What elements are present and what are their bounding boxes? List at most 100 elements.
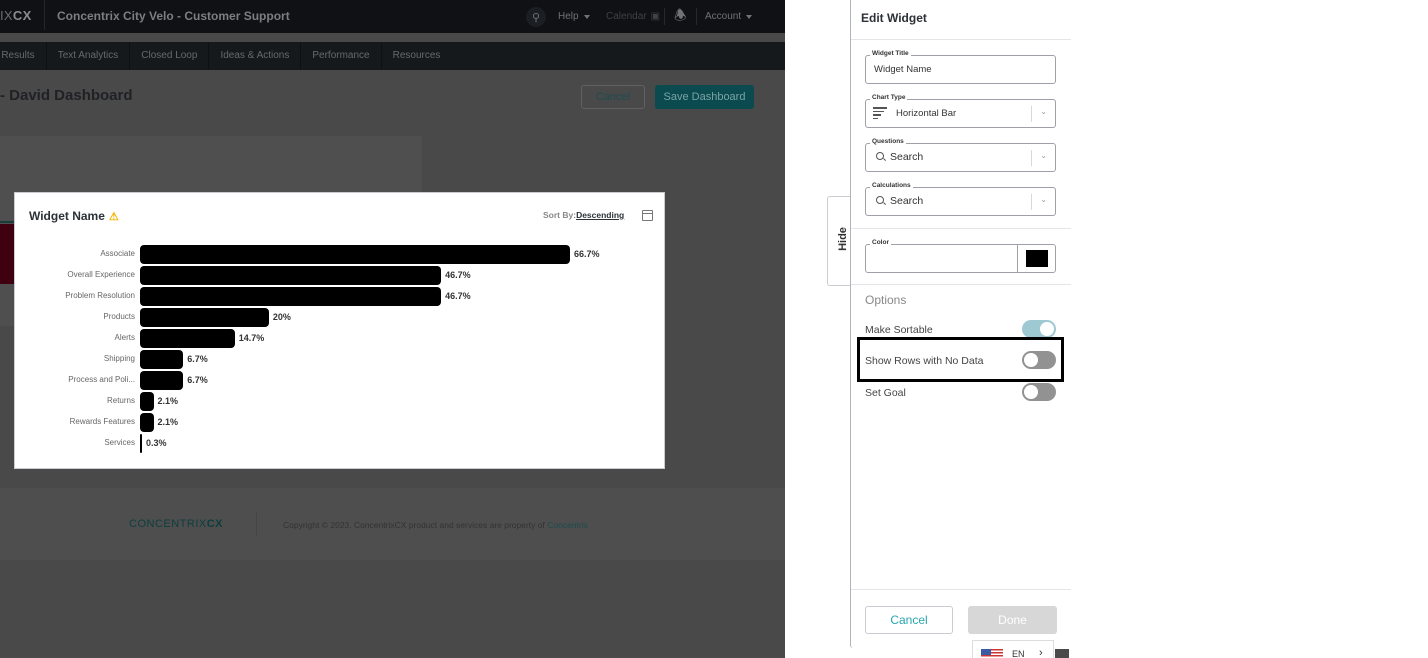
- chart-type-value: Horizontal Bar: [896, 108, 957, 119]
- nav-text-analytics[interactable]: Text Analytics: [47, 42, 131, 70]
- bar-label: Returns: [106, 396, 135, 405]
- horizontal-bar-chart: Associate 66.7% Overall Experience 46.7% Pro…: [15, 241, 666, 461]
- bar-label: Process and Poli...: [68, 375, 135, 384]
- widget-title-legend: Widget Title: [870, 50, 911, 57]
- date-picker-icon[interactable]: [642, 210, 653, 221]
- header-logo[interactable]: IXCX: [0, 8, 32, 23]
- select-divider: [1031, 106, 1032, 122]
- bar[interactable]: [140, 287, 442, 306]
- panel-title: Edit Widget: [861, 11, 927, 25]
- chevron-down-icon: ⌄: [1040, 195, 1047, 204]
- us-flag-icon: [981, 649, 1003, 658]
- widget-title: Widget Name ⚠: [29, 209, 119, 223]
- select-divider: [1031, 194, 1032, 210]
- bar-value-label: 2.1%: [157, 396, 179, 406]
- language-selector[interactable]: EN ›: [972, 640, 1054, 658]
- options-heading: Options: [865, 293, 907, 307]
- bar[interactable]: [140, 434, 142, 453]
- toggle-knob: [1024, 385, 1038, 399]
- bar-label: Overall Experience: [67, 270, 135, 279]
- bar-value-label: 2.1%: [157, 417, 179, 427]
- bar-value-label: 14.7%: [238, 333, 265, 343]
- background-chart-bar: [0, 224, 14, 284]
- bar-value-label: 46.7%: [445, 270, 471, 280]
- panel-divider: [851, 228, 1071, 229]
- app-title: Concentrix City Velo - Customer Support: [57, 9, 290, 23]
- bar-value-label: 20%: [272, 312, 291, 322]
- chart-type-select[interactable]: Chart Type Horizontal Bar ⌄: [865, 94, 1056, 128]
- panel-divider: [851, 284, 1071, 285]
- caret-down-icon: [746, 14, 753, 19]
- bar-label: Products: [103, 312, 135, 321]
- horizontal-bar-chart-icon: [873, 107, 887, 121]
- panel-divider: [851, 589, 1071, 590]
- header-divider: [696, 8, 697, 25]
- header-divider: [44, 0, 45, 30]
- nav-ideas-actions[interactable]: Ideas & Actions: [209, 42, 302, 70]
- warning-icon[interactable]: ⚠: [109, 210, 119, 223]
- nav-closed-loop[interactable]: Closed Loop: [130, 42, 210, 70]
- nav-performance[interactable]: Performance: [301, 42, 382, 70]
- language-code: EN: [1012, 649, 1025, 658]
- hide-tab-label: Hide: [836, 227, 849, 251]
- calculations-placeholder: Search: [890, 195, 924, 207]
- bar-label: Shipping: [103, 354, 135, 363]
- select-divider: [1031, 150, 1032, 166]
- bar[interactable]: [140, 350, 184, 369]
- option-set-goal: Set Goal: [865, 383, 1057, 403]
- search-icon[interactable]: ⚲: [526, 7, 546, 27]
- widget-title-field[interactable]: Widget Title Widget Name: [865, 50, 1056, 84]
- top-header: IXCX Concentrix City Velo - Customer Sup…: [0, 0, 785, 33]
- background-chart-line: [0, 221, 14, 223]
- bar[interactable]: [140, 413, 154, 432]
- save-dashboard-button[interactable]: Save Dashboard: [655, 85, 754, 109]
- calendar-button[interactable]: Calendar ▣: [606, 0, 660, 33]
- chevron-down-icon: ⌄: [1040, 107, 1047, 116]
- bar[interactable]: [140, 308, 269, 327]
- help-menu[interactable]: Help: [558, 0, 590, 33]
- bar[interactable]: [140, 266, 442, 285]
- bar[interactable]: [140, 329, 235, 348]
- bar-value-label: 6.7%: [187, 375, 208, 385]
- panel-divider: [851, 39, 1071, 40]
- account-menu[interactable]: Account: [705, 0, 753, 33]
- questions-select[interactable]: Questions Search ⌄: [865, 138, 1056, 172]
- footer-logo: CONCENTRIXCX: [129, 518, 224, 530]
- questions-placeholder: Search: [890, 151, 924, 163]
- nav-resources[interactable]: Resources: [382, 42, 452, 70]
- color-legend: Color: [870, 239, 891, 246]
- color-swatch: [1026, 250, 1048, 267]
- bar-label: Associate: [100, 249, 135, 258]
- edit-widget-panel: Edit Widget Widget Title Widget Name Cha…: [850, 0, 1071, 648]
- toggle-knob: [1040, 322, 1054, 336]
- color-field[interactable]: Color: [865, 239, 1056, 273]
- bar-value-label: 46.7%: [445, 291, 471, 301]
- sort-order-link[interactable]: Descending: [576, 210, 624, 220]
- bell-icon[interactable]: 🕭: [674, 0, 687, 33]
- highlight-annotation-box: [857, 337, 1064, 382]
- chevron-right-icon: ›: [1039, 647, 1043, 658]
- concentrix-link[interactable]: Concentrix: [547, 520, 588, 530]
- make-sortable-toggle[interactable]: [1022, 320, 1056, 338]
- header-divider: [664, 8, 665, 25]
- calculations-legend: Calculations: [870, 182, 913, 189]
- bar[interactable]: [140, 371, 184, 390]
- set-goal-toggle[interactable]: [1022, 383, 1056, 401]
- cancel-button[interactable]: Cancel: [865, 606, 953, 634]
- calculations-select[interactable]: Calculations Search ⌄: [865, 182, 1056, 216]
- color-picker-button[interactable]: [1017, 245, 1055, 272]
- nav-survey-results[interactable]: ey Results: [0, 42, 47, 70]
- bar-label: Problem Resolution: [65, 291, 135, 300]
- account-label: Account: [705, 11, 742, 22]
- search-icon: [876, 196, 884, 204]
- footer-copyright: Copyright © 2023. ConcentrixCX product a…: [283, 520, 588, 530]
- bar[interactable]: [140, 245, 570, 264]
- background-edge: [1055, 649, 1069, 658]
- bar-value-label: 6.7%: [187, 354, 208, 364]
- caret-down-icon: [583, 14, 590, 19]
- bar-value-label: 66.7%: [574, 249, 600, 259]
- dashboard-cancel-button[interactable]: Cancel: [581, 85, 645, 109]
- done-button[interactable]: Done: [968, 606, 1057, 634]
- bar[interactable]: [140, 392, 154, 411]
- hide-panel-tab[interactable]: Hide: [827, 196, 851, 286]
